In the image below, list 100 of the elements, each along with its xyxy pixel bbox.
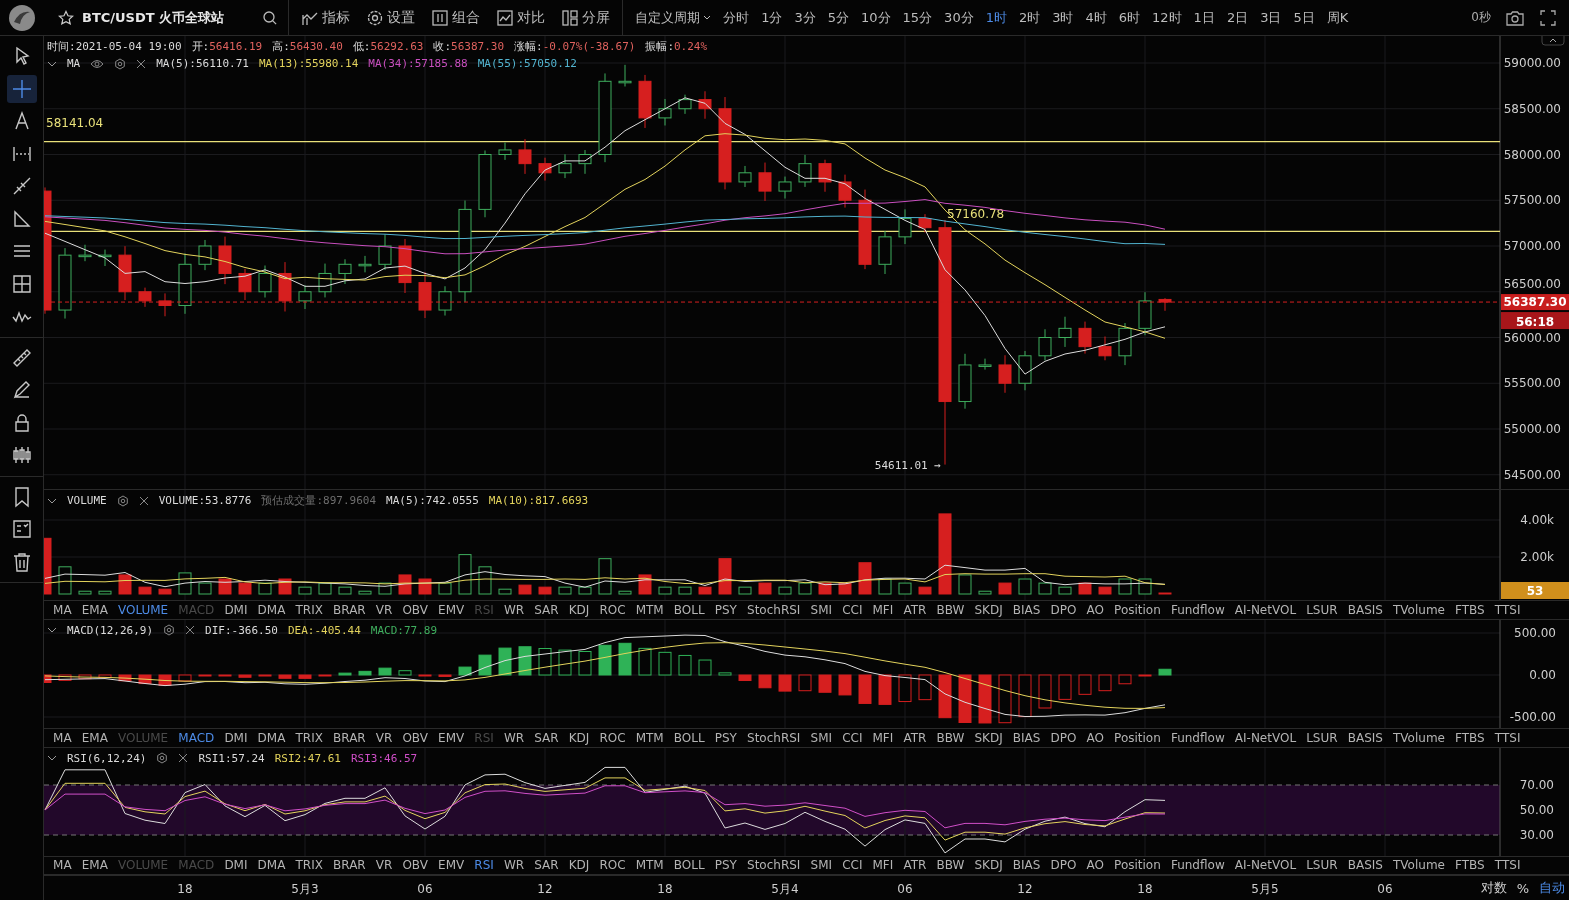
indicator-tab[interactable]: AO xyxy=(1081,602,1110,617)
indicator-tab[interactable]: MFI xyxy=(867,730,899,745)
indicator-tab[interactable]: KDJ xyxy=(563,602,595,617)
indicator-tab[interactable]: TVolume xyxy=(1387,858,1451,873)
indicator-tab[interactable]: KDJ xyxy=(563,858,595,873)
indicator-tab[interactable]: VR xyxy=(370,602,398,617)
indicator-tab[interactable]: EMA xyxy=(76,730,113,745)
indicator-tab[interactable]: OBV xyxy=(397,730,433,745)
indicator-tab[interactable]: TRIX xyxy=(290,730,328,745)
indicator-tab[interactable]: BASIS xyxy=(1342,858,1388,873)
indicator-tab[interactable]: EMV xyxy=(433,730,470,745)
period-tab[interactable]: 1时 xyxy=(979,8,1013,27)
period-tab[interactable]: 分时 xyxy=(717,8,756,27)
indicator-tab[interactable]: DMA xyxy=(252,730,291,745)
indicator-tab[interactable]: BRAR xyxy=(328,602,371,617)
indicator-tab[interactable]: BOLL xyxy=(668,730,710,745)
indicator-tab[interactable]: BBW xyxy=(931,858,970,873)
indicator-tab[interactable]: BASIS xyxy=(1342,730,1388,745)
indicator-tab[interactable]: TVolume xyxy=(1387,730,1451,745)
indicator-tab[interactable]: PSY xyxy=(709,602,742,617)
scale-option-button[interactable]: % xyxy=(1516,879,1529,898)
indicator-tab[interactable]: SKDJ xyxy=(969,858,1008,873)
indicator-tab[interactable]: Fundflow xyxy=(1165,602,1230,617)
scale-option-button[interactable]: 对数 xyxy=(1480,879,1507,898)
indicator-tab[interactable]: AI-NetVOL xyxy=(1229,858,1302,873)
indicator-tab[interactable]: LSUR xyxy=(1301,730,1343,745)
period-tab[interactable]: 12时 xyxy=(1146,8,1188,27)
indicator-tab[interactable]: ATR xyxy=(898,858,932,873)
indicator-tab[interactable]: StochRSI xyxy=(742,730,806,745)
indicator-tab[interactable]: LSUR xyxy=(1301,602,1343,617)
period-tab[interactable]: 30分 xyxy=(938,8,980,27)
indicator-tab[interactable]: SKDJ xyxy=(969,602,1008,617)
indicator-tab[interactable]: TVolume xyxy=(1387,602,1451,617)
indicator-tab[interactable]: DMI xyxy=(219,602,253,617)
indicator-tab[interactable]: BBW xyxy=(931,730,970,745)
indicator-tab[interactable]: AI-NetVOL xyxy=(1229,602,1302,617)
indicator-tab[interactable]: CCI xyxy=(837,602,868,617)
indicator-tab[interactable]: VR xyxy=(370,858,398,873)
indicator-tab[interactable]: DPO xyxy=(1045,602,1082,617)
indicator-tab[interactable]: BRAR xyxy=(328,730,371,745)
indicator-tab[interactable]: ATR xyxy=(898,602,932,617)
indicator-tab[interactable]: FTBS xyxy=(1450,730,1490,745)
indicator-tab[interactable]: BRAR xyxy=(328,858,371,873)
indicator-tab[interactable]: TRIX xyxy=(290,858,328,873)
period-tab[interactable]: 周K xyxy=(1320,8,1355,27)
period-tab[interactable]: 4时 xyxy=(1079,8,1113,27)
indicator-tab[interactable]: KDJ xyxy=(563,730,595,745)
indicator-tab[interactable]: MA xyxy=(48,602,77,617)
indicator-tab[interactable]: SAR xyxy=(529,858,564,873)
indicator-tab[interactable]: MA xyxy=(48,858,77,873)
indicator-tab[interactable]: ROC xyxy=(594,602,631,617)
indicator-tab[interactable]: BIAS xyxy=(1007,602,1046,617)
indicator-tab[interactable]: ATR xyxy=(898,730,932,745)
period-tab[interactable]: 1日 xyxy=(1187,8,1221,27)
indicator-tab[interactable]: MTM xyxy=(630,602,669,617)
indicator-tab[interactable]: DPO xyxy=(1045,858,1082,873)
indicator-tab[interactable]: SAR xyxy=(529,602,564,617)
period-tab[interactable]: 3日 xyxy=(1254,8,1288,27)
indicator-tab[interactable]: StochRSI xyxy=(742,602,806,617)
custom-period-dropdown[interactable]: 自定义周期 xyxy=(629,8,718,27)
toolbar-menu-button[interactable]: 组合 xyxy=(425,8,487,27)
period-tab[interactable]: 3分 xyxy=(788,8,822,27)
indicator-tab[interactable]: FTBS xyxy=(1450,858,1490,873)
indicator-tab[interactable]: CCI xyxy=(837,858,868,873)
indicator-tab[interactable]: MFI xyxy=(867,858,899,873)
indicator-tab[interactable]: DMA xyxy=(252,602,291,617)
indicator-tab[interactable]: MTM xyxy=(630,730,669,745)
indicator-tab[interactable]: DMI xyxy=(219,858,253,873)
period-tab[interactable]: 6时 xyxy=(1112,8,1147,27)
indicator-tab[interactable]: TTSI xyxy=(1489,602,1526,617)
indicator-tab[interactable]: EMV xyxy=(433,602,470,617)
indicator-tab[interactable]: VOLUME xyxy=(112,602,174,617)
indicator-tab[interactable]: WR xyxy=(498,730,530,745)
indicator-tab[interactable]: AO xyxy=(1081,730,1110,745)
indicator-tab[interactable]: MFI xyxy=(867,602,899,617)
indicator-tab[interactable]: Fundflow xyxy=(1165,730,1230,745)
indicator-tab[interactable]: SMI xyxy=(805,858,838,873)
indicator-tab[interactable]: MTM xyxy=(630,858,669,873)
indicator-tab[interactable]: OBV xyxy=(397,602,433,617)
period-tab[interactable]: 2时 xyxy=(1012,8,1047,27)
indicator-tab[interactable]: EMA xyxy=(76,858,113,873)
indicator-tab[interactable]: DMA xyxy=(252,858,291,873)
indicator-tab[interactable]: TRIX xyxy=(290,602,328,617)
indicator-tab[interactable]: Position xyxy=(1109,602,1166,617)
indicator-tab[interactable]: BOLL xyxy=(668,602,710,617)
indicator-tab[interactable]: SMI xyxy=(805,602,838,617)
indicator-tab[interactable]: MACD xyxy=(173,730,220,745)
indicator-tab[interactable]: CCI xyxy=(837,730,868,745)
indicator-tab[interactable]: DMI xyxy=(219,730,253,745)
indicator-tab[interactable]: EMV xyxy=(433,858,470,873)
period-tab[interactable]: 3时 xyxy=(1046,8,1080,27)
period-tab[interactable]: 15分 xyxy=(896,8,939,27)
indicator-tab[interactable]: BIAS xyxy=(1007,730,1046,745)
indicator-tab[interactable]: LSUR xyxy=(1301,858,1343,873)
indicator-tab[interactable]: SMI xyxy=(805,730,838,745)
indicator-tab[interactable]: FTBS xyxy=(1450,602,1490,617)
indicator-tab[interactable]: TTSI xyxy=(1489,730,1526,745)
toolbar-menu-button[interactable]: 对比 xyxy=(490,8,552,27)
indicator-tab[interactable]: SKDJ xyxy=(969,730,1008,745)
indicator-tab[interactable]: TTSI xyxy=(1489,858,1526,873)
